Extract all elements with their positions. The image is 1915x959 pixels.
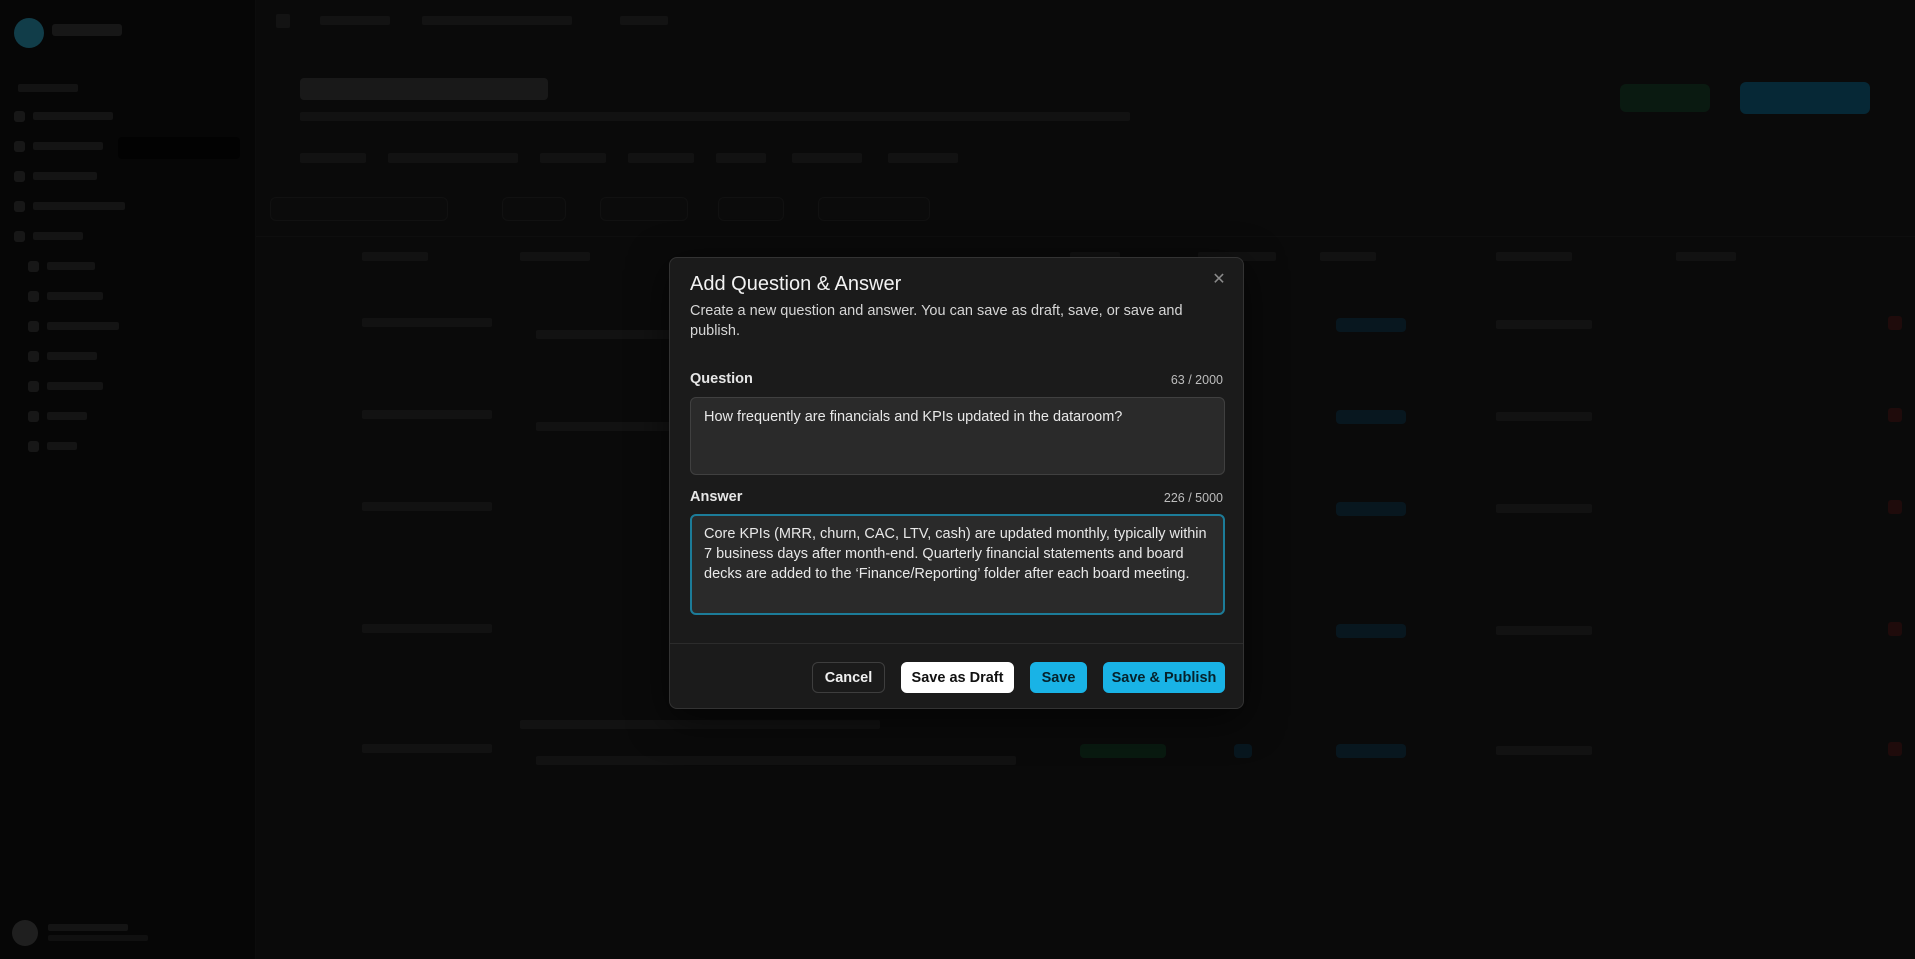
close-icon[interactable]: ✕	[1211, 272, 1227, 288]
dialog-description: Create a new question and answer. You ca…	[690, 303, 1183, 339]
add-qa-dialog: ✕ Add Question & Answer Create a new que…	[669, 257, 1244, 709]
save-publish-button[interactable]: Save & Publish	[1103, 662, 1225, 693]
question-textarea[interactable]	[690, 397, 1225, 475]
save-button[interactable]: Save	[1030, 662, 1087, 693]
answer-char-count: 226 / 5000	[1163, 491, 1223, 505]
cancel-button[interactable]: Cancel	[812, 662, 885, 693]
app-root: ✕ Add Question & Answer Create a new que…	[0, 0, 1915, 959]
save-draft-button[interactable]: Save as Draft	[901, 662, 1014, 693]
dialog-footer-divider	[670, 643, 1243, 644]
answer-textarea[interactable]	[690, 514, 1225, 615]
question-char-count: 63 / 2000	[1170, 373, 1223, 387]
answer-label: Answer	[690, 489, 743, 505]
question-label: Question	[690, 371, 753, 387]
dialog-title: Add Question & Answer	[690, 273, 902, 295]
